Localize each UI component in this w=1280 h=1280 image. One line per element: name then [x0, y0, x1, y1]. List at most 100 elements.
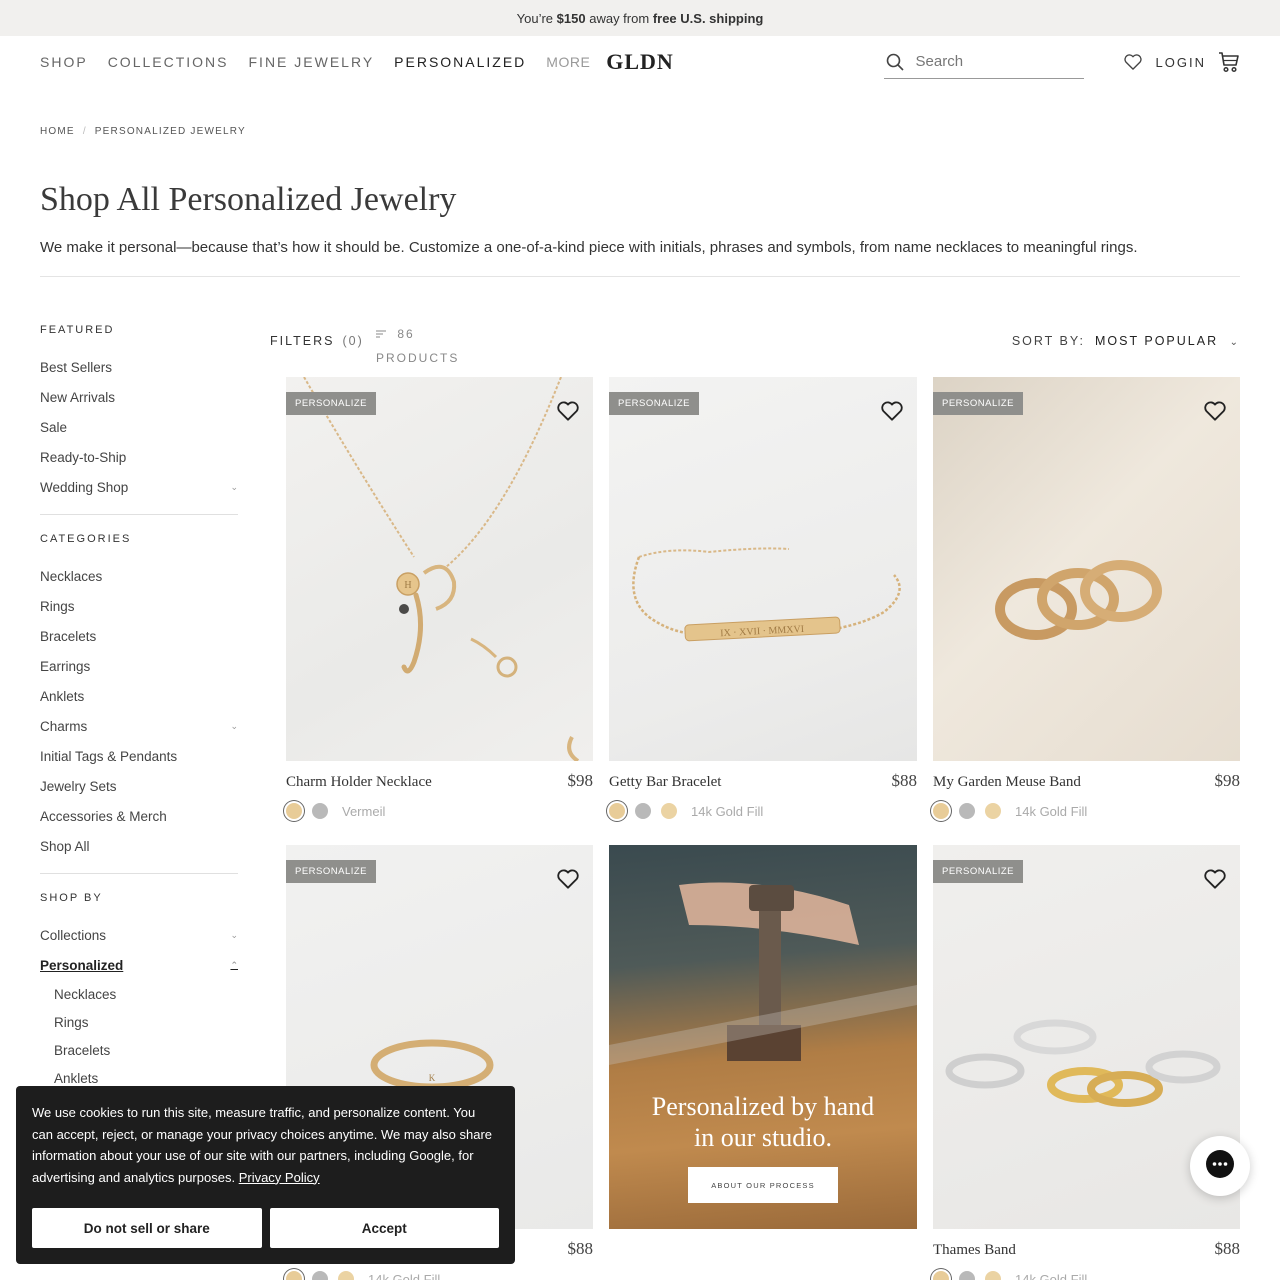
sidebar-item-accessories[interactable]: Accessories & Merch	[40, 801, 238, 831]
chevron-down-icon[interactable]: ⌄	[230, 482, 238, 493]
product-card[interactable]: H Personalize Charm Holder Necklace $98 …	[286, 377, 593, 819]
product-info: Charm Holder Necklace $98	[286, 771, 593, 791]
cart-icon[interactable]	[1218, 51, 1240, 73]
sidebar-divider	[40, 514, 238, 515]
promo-line-1: Personalized by hand	[651, 1092, 875, 1121]
silver-swatch[interactable]	[312, 803, 328, 819]
sidebar-item-necklaces[interactable]: Necklaces	[40, 561, 238, 591]
product-info: Thames Band $88	[933, 1239, 1240, 1259]
rose-gold-swatch[interactable]	[985, 803, 1001, 819]
product-count-label: Products	[376, 351, 460, 365]
personalize-badge: Personalize	[286, 860, 377, 883]
chevron-up-icon[interactable]: ⌃	[230, 960, 238, 971]
product-card[interactable]: Personalize Thames Band $88 14k Gold Fil…	[933, 845, 1240, 1280]
sort-dropdown[interactable]: Sort by: Most Popular ⌄	[1012, 334, 1240, 348]
gold-swatch[interactable]	[933, 1271, 949, 1280]
gold-swatch[interactable]	[609, 803, 625, 819]
breadcrumb-home[interactable]: Home	[40, 126, 75, 137]
chat-button[interactable]	[1190, 1136, 1250, 1196]
announcement-highlight: free U.S. shipping	[652, 10, 764, 26]
sidebar-item-new-arrivals[interactable]: New Arrivals	[40, 382, 238, 412]
product-info: My Garden Meuse Band $98	[933, 771, 1240, 791]
sidebar-item-collections[interactable]: Collections ⌄	[40, 920, 238, 950]
search-input[interactable]	[915, 53, 1066, 70]
silver-swatch[interactable]	[312, 1271, 328, 1280]
rose-gold-swatch[interactable]	[985, 1271, 1001, 1280]
accept-cookies-button[interactable]: Accept	[269, 1208, 499, 1248]
sidebar-subitem-rings[interactable]: Rings	[40, 1008, 238, 1036]
sidebar-item-anklets[interactable]: Anklets	[40, 681, 238, 711]
rose-gold-swatch[interactable]	[338, 1271, 354, 1280]
sidebar-item-charms[interactable]: Charms ⌄	[40, 711, 238, 741]
color-swatches: 14k Gold Fill	[933, 803, 1240, 819]
sidebar-subitem-bracelets[interactable]: Bracelets	[40, 1036, 238, 1064]
heart-icon[interactable]	[1204, 869, 1226, 894]
product-name[interactable]: My Garden Meuse Band	[933, 774, 1081, 791]
shop-by-list: Collections ⌄ Personalized ⌃ Necklaces Rin…	[40, 920, 238, 1092]
privacy-policy-link[interactable]: Privacy Policy	[239, 1170, 320, 1185]
sidebar-item-label: Anklets	[40, 688, 85, 704]
heart-icon[interactable]	[557, 401, 579, 426]
sidebar-item-best-sellers[interactable]: Best Sellers	[40, 352, 238, 382]
heart-icon[interactable]	[881, 401, 903, 426]
sidebar-item-wedding-shop[interactable]: Wedding Shop ⌄	[40, 472, 238, 502]
sidebar-item-personalized[interactable]: Personalized ⌃	[40, 950, 238, 980]
sidebar-item-sale[interactable]: Sale	[40, 412, 238, 442]
product-name[interactable]: Getty Bar Bracelet	[609, 774, 721, 791]
sidebar-item-shop-all[interactable]: Shop All	[40, 831, 238, 861]
wishlist-heart-icon[interactable]	[1123, 54, 1142, 70]
filters-button[interactable]: Filters (0)	[270, 334, 364, 348]
silver-swatch[interactable]	[959, 1271, 975, 1280]
product-image[interactable]: Personalize	[933, 377, 1240, 761]
sidebar-item-ready-to-ship[interactable]: Ready-to-Ship	[40, 442, 238, 472]
product-image[interactable]: H Personalize	[286, 377, 593, 761]
product-name[interactable]: Thames Band	[933, 1242, 1016, 1259]
announcement-amount: $150	[556, 10, 586, 26]
about-process-button[interactable]: About our process	[688, 1167, 838, 1203]
gold-swatch[interactable]	[286, 1271, 302, 1280]
nav-shop[interactable]: Shop	[40, 54, 88, 70]
nav-fine-jewelry[interactable]: Fine Jewelry	[249, 54, 375, 70]
svg-text:K: K	[429, 1073, 436, 1083]
heart-icon[interactable]	[1204, 401, 1226, 426]
swatch-label: 14k Gold Fill	[368, 1271, 441, 1280]
login-link[interactable]: Login	[1156, 55, 1206, 70]
product-price: $88	[891, 771, 918, 790]
gold-swatch[interactable]	[933, 803, 949, 819]
rose-gold-swatch[interactable]	[661, 803, 677, 819]
site-logo[interactable]: GLDN	[606, 49, 674, 75]
product-toolbar: Filters (0) 86 Products Sort by: Most Popu…	[270, 320, 1240, 365]
sidebar-item-label: Accessories & Merch	[40, 808, 167, 824]
silver-swatch[interactable]	[959, 803, 975, 819]
filter-sidebar: Featured Best Sellers New Arrivals Sale …	[40, 324, 238, 1092]
sidebar-item-bracelets[interactable]: Bracelets	[40, 621, 238, 651]
chevron-down-icon[interactable]: ⌄	[230, 721, 238, 732]
chevron-down-icon[interactable]: ⌄	[230, 930, 238, 941]
silver-swatch[interactable]	[635, 803, 651, 819]
sidebar-item-jewelry-sets[interactable]: Jewelry Sets	[40, 771, 238, 801]
product-price: $88	[567, 1239, 594, 1258]
search-icon[interactable]	[886, 53, 904, 71]
gold-swatch[interactable]	[286, 803, 302, 819]
product-image[interactable]: IX · XVII · MMXVI Personalize	[609, 377, 917, 761]
product-price: $98	[567, 771, 594, 790]
promo-tile[interactable]: Personalized by hand in our studio. Abou…	[609, 845, 917, 1229]
nav-more[interactable]: More	[546, 54, 590, 70]
sidebar-item-rings[interactable]: Rings	[40, 591, 238, 621]
product-card[interactable]: Personalize My Garden Meuse Band $98 14k…	[933, 377, 1240, 819]
product-name[interactable]: Charm Holder Necklace	[286, 774, 432, 791]
nav-collections[interactable]: Collections	[108, 54, 229, 70]
breadcrumb-separator: /	[82, 126, 87, 137]
nav-personalized[interactable]: Personalized	[394, 54, 526, 70]
sidebar-item-label: Bracelets	[40, 628, 97, 644]
color-swatches: 14k Gold Fill	[933, 1271, 1240, 1280]
heart-icon[interactable]	[557, 869, 579, 894]
sidebar-item-label: Sale	[40, 419, 68, 435]
product-card[interactable]: IX · XVII · MMXVI Personalize Getty Bar …	[609, 377, 917, 819]
breadcrumb-current: Personalized Jewelry	[94, 126, 246, 137]
sidebar-item-initial-tags[interactable]: Initial Tags & Pendants	[40, 741, 238, 771]
do-not-sell-button[interactable]: Do not sell or share	[32, 1208, 262, 1248]
sidebar-subitem-necklaces[interactable]: Necklaces	[40, 980, 238, 1008]
filters-count: (0)	[342, 334, 364, 348]
sidebar-item-earrings[interactable]: Earrings	[40, 651, 238, 681]
